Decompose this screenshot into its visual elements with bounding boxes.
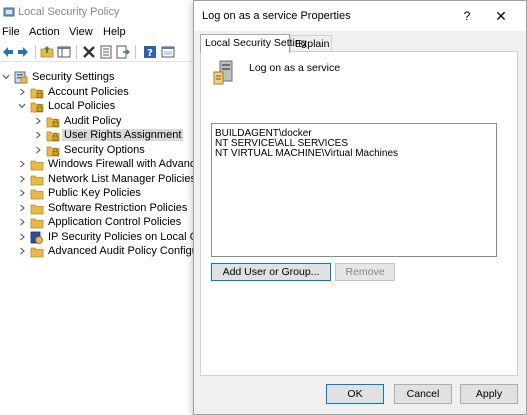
list-item[interactable]: NT VIRTUAL MACHINE\Virtual Machines: [215, 148, 398, 159]
tree-item-label: Account Policies: [48, 85, 129, 98]
ok-button[interactable]: OK: [326, 384, 384, 404]
security-policy-app-icon: [3, 7, 15, 17]
menu-action[interactable]: Action: [29, 26, 60, 38]
folder-lock-icon: [30, 88, 44, 98]
folder-icon: [30, 175, 44, 185]
forward-arrow-icon[interactable]: [16, 45, 30, 59]
tree-item-label: Audit Policy: [64, 114, 122, 127]
tree-item-label: Local Policies: [48, 100, 116, 112]
folder-lock-icon: [46, 131, 60, 142]
chevron-right-icon[interactable]: [33, 116, 43, 126]
main-window-title: Local Security Policy: [18, 6, 120, 18]
tab-local-security-setting[interactable]: Local Security Setting: [200, 34, 307, 53]
show-hide-tree-icon[interactable]: [57, 45, 71, 59]
folder-icon: [30, 160, 44, 171]
help-button[interactable]: ?: [456, 6, 478, 26]
menu-file[interactable]: File: [2, 26, 20, 38]
chevron-right-icon[interactable]: [17, 188, 27, 198]
tab-strip: Local Security Setting Explain: [200, 34, 518, 53]
chevron-down-icon[interactable]: [1, 72, 11, 82]
toolbar-separator: [35, 45, 36, 59]
apply-button[interactable]: Apply: [460, 384, 518, 404]
chevron-right-icon[interactable]: [17, 174, 27, 184]
console-tree: Security Settings Account Policies Local P…: [0, 66, 236, 415]
chevron-right-icon[interactable]: [33, 130, 43, 140]
remove-button[interactable]: Remove: [335, 263, 395, 281]
svg-text:?: ?: [147, 48, 153, 59]
menu-view[interactable]: View: [69, 26, 93, 38]
properties-dialog: Log on as a service Properties ? ✕ Local…: [193, 0, 527, 415]
help-icon[interactable]: ?: [143, 45, 157, 59]
back-arrow-icon[interactable]: [1, 45, 15, 59]
dialog-titlebar[interactable]: Log on as a service Properties ? ✕: [194, 1, 526, 31]
tree-item-label: Software Restriction Policies: [48, 201, 188, 214]
toolbar-separator: [76, 45, 77, 59]
chevron-down-icon[interactable]: [17, 101, 27, 111]
chevron-right-icon[interactable]: [33, 145, 43, 155]
toolbar-separator: [135, 45, 136, 59]
tree-item-label: Public Key Policies: [48, 187, 141, 199]
ip-security-icon: [30, 231, 43, 244]
properties-icon[interactable]: [99, 45, 113, 59]
folder-icon: [30, 189, 44, 200]
tab-panel: Log on as a service BUILDAGENT\docker NT…: [200, 51, 518, 376]
policy-name: Log on as a service: [249, 62, 341, 74]
chevron-right-icon[interactable]: [17, 203, 27, 213]
chevron-right-icon[interactable]: [17, 232, 27, 242]
up-folder-icon[interactable]: [40, 45, 54, 59]
folder-icon: [30, 204, 44, 214]
delete-icon[interactable]: [82, 45, 96, 59]
add-user-or-group-button[interactable]: Add User or Group...: [211, 263, 331, 281]
members-list[interactable]: BUILDAGENT\docker NT SERVICE\ALL SERVICE…: [211, 123, 497, 257]
folder-lock-icon: [46, 117, 60, 127]
menu-help[interactable]: Help: [103, 26, 126, 38]
tree-item-label: Security Options: [64, 143, 145, 156]
tree-item-label: Application Control Policies: [48, 216, 182, 228]
folder-icon: [30, 247, 44, 258]
cancel-button[interactable]: Cancel: [394, 384, 452, 404]
folder-lock-icon: [46, 146, 60, 156]
security-settings-icon: [14, 71, 28, 84]
folder-icon: [30, 218, 44, 229]
mmc-view-icon[interactable]: [161, 45, 175, 59]
tree-item-label: User Rights Assignment: [62, 129, 184, 141]
close-button[interactable]: ✕: [490, 6, 512, 26]
chevron-right-icon[interactable]: [17, 159, 27, 169]
chevron-right-icon[interactable]: [17, 87, 27, 97]
tree-item-label: Security Settings: [32, 71, 115, 83]
chevron-right-icon[interactable]: [17, 246, 27, 256]
dialog-title: Log on as a service Properties: [202, 10, 351, 22]
folder-lock-icon: [30, 102, 44, 113]
server-policy-icon: [213, 60, 233, 85]
chevron-right-icon[interactable]: [17, 217, 27, 227]
menu-bar: File Action View Help: [0, 24, 200, 42]
export-list-icon[interactable]: [116, 45, 130, 59]
toolbar: ?: [0, 42, 200, 62]
tree-item-label: Network List Manager Policies: [48, 172, 196, 185]
